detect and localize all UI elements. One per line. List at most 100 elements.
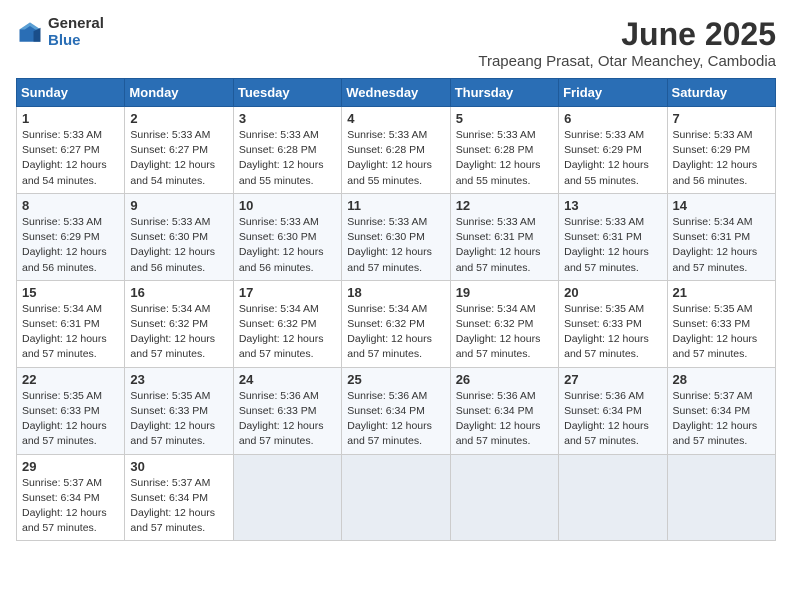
day-info: Sunrise: 5:34 AMSunset: 6:32 PMDaylight:… xyxy=(239,303,324,361)
day-number: 17 xyxy=(239,285,336,300)
day-info: Sunrise: 5:34 AMSunset: 6:31 PMDaylight:… xyxy=(22,303,107,361)
day-number: 20 xyxy=(564,285,661,300)
day-info: Sunrise: 5:37 AMSunset: 6:34 PMDaylight:… xyxy=(22,477,107,535)
table-row xyxy=(559,454,667,541)
table-row: 21Sunrise: 5:35 AMSunset: 6:33 PMDayligh… xyxy=(667,280,775,367)
col-friday: Friday xyxy=(559,79,667,107)
table-row: 8 Sunrise: 5:33 AMSunset: 6:29 PMDaylight… xyxy=(17,193,125,280)
table-row xyxy=(233,454,341,541)
day-info: Sunrise: 5:37 AMSunset: 6:34 PMDaylight:… xyxy=(130,477,215,535)
table-row: 5Sunrise: 5:33 AMSunset: 6:28 PMDaylight… xyxy=(450,107,558,194)
day-number: 12 xyxy=(456,198,553,213)
day-info: Sunrise: 5:36 AMSunset: 6:33 PMDaylight:… xyxy=(239,390,324,448)
day-info: Sunrise: 5:36 AMSunset: 6:34 PMDaylight:… xyxy=(456,390,541,448)
month-title: June 2025 xyxy=(478,16,776,53)
table-row: 27 Sunrise: 5:36 AMSunset: 6:34 PMDayligh… xyxy=(559,367,667,454)
table-row: 15 Sunrise: 5:34 AMSunset: 6:31 PMDayligh… xyxy=(17,280,125,367)
day-number: 30 xyxy=(130,459,227,474)
calendar-week-row: 29 Sunrise: 5:37 AMSunset: 6:34 PMDayligh… xyxy=(17,454,776,541)
day-number: 23 xyxy=(130,372,227,387)
day-number: 14 xyxy=(673,198,770,213)
day-number: 26 xyxy=(456,372,553,387)
day-number: 16 xyxy=(130,285,227,300)
day-info: Sunrise: 5:33 AMSunset: 6:27 PMDaylight:… xyxy=(22,129,107,187)
table-row: 4Sunrise: 5:33 AMSunset: 6:28 PMDaylight… xyxy=(342,107,450,194)
day-number: 2 xyxy=(130,111,227,126)
day-info: Sunrise: 5:34 AMSunset: 6:31 PMDaylight:… xyxy=(673,216,758,274)
col-thursday: Thursday xyxy=(450,79,558,107)
logo-text: General Blue xyxy=(48,16,104,49)
day-number: 3 xyxy=(239,111,336,126)
day-info: Sunrise: 5:34 AMSunset: 6:32 PMDaylight:… xyxy=(347,303,432,361)
table-row: 28 Sunrise: 5:37 AMSunset: 6:34 PMDayligh… xyxy=(667,367,775,454)
day-number: 21 xyxy=(673,285,770,300)
day-info: Sunrise: 5:33 AMSunset: 6:27 PMDaylight:… xyxy=(130,129,215,187)
logo-icon xyxy=(16,19,44,47)
table-row: 18 Sunrise: 5:34 AMSunset: 6:32 PMDayligh… xyxy=(342,280,450,367)
table-row: 7Sunrise: 5:33 AMSunset: 6:29 PMDaylight… xyxy=(667,107,775,194)
table-row: 3 Sunrise: 5:33 AMSunset: 6:28 PMDaylight… xyxy=(233,107,341,194)
col-saturday: Saturday xyxy=(667,79,775,107)
col-wednesday: Wednesday xyxy=(342,79,450,107)
calendar-week-row: 1 Sunrise: 5:33 AMSunset: 6:27 PMDaylight… xyxy=(17,107,776,194)
table-row: 13Sunrise: 5:33 AMSunset: 6:31 PMDayligh… xyxy=(559,193,667,280)
table-row: 14 Sunrise: 5:34 AMSunset: 6:31 PMDayligh… xyxy=(667,193,775,280)
table-row: 19 Sunrise: 5:34 AMSunset: 6:32 PMDayligh… xyxy=(450,280,558,367)
day-number: 4 xyxy=(347,111,444,126)
table-row: 23 Sunrise: 5:35 AMSunset: 6:33 PMDayligh… xyxy=(125,367,233,454)
table-row: 2 Sunrise: 5:33 AMSunset: 6:27 PMDaylight… xyxy=(125,107,233,194)
day-number: 1 xyxy=(22,111,119,126)
day-info: Sunrise: 5:33 AMSunset: 6:29 PMDaylight:… xyxy=(564,129,649,187)
day-info: Sunrise: 5:37 AMSunset: 6:34 PMDaylight:… xyxy=(673,390,758,448)
calendar-table: Sunday Monday Tuesday Wednesday Thursday… xyxy=(16,78,776,541)
day-info: Sunrise: 5:35 AMSunset: 6:33 PMDaylight:… xyxy=(22,390,107,448)
col-sunday: Sunday xyxy=(17,79,125,107)
table-row: 12Sunrise: 5:33 AMSunset: 6:31 PMDayligh… xyxy=(450,193,558,280)
day-info: Sunrise: 5:34 AMSunset: 6:32 PMDaylight:… xyxy=(456,303,541,361)
day-number: 7 xyxy=(673,111,770,126)
table-row: 22 Sunrise: 5:35 AMSunset: 6:33 PMDayligh… xyxy=(17,367,125,454)
day-number: 19 xyxy=(456,285,553,300)
table-row: 20 Sunrise: 5:35 AMSunset: 6:33 PMDayligh… xyxy=(559,280,667,367)
table-row xyxy=(667,454,775,541)
table-row: 10Sunrise: 5:33 AMSunset: 6:30 PMDayligh… xyxy=(233,193,341,280)
calendar-week-row: 22 Sunrise: 5:35 AMSunset: 6:33 PMDayligh… xyxy=(17,367,776,454)
col-monday: Monday xyxy=(125,79,233,107)
day-number: 25 xyxy=(347,372,444,387)
title-area: June 2025 Trapeang Prasat, Otar Meanchey… xyxy=(478,16,776,70)
logo-general: General xyxy=(48,16,104,33)
day-info: Sunrise: 5:34 AMSunset: 6:32 PMDaylight:… xyxy=(130,303,215,361)
table-row: 24 Sunrise: 5:36 AMSunset: 6:33 PMDayligh… xyxy=(233,367,341,454)
day-info: Sunrise: 5:33 AMSunset: 6:30 PMDaylight:… xyxy=(130,216,215,274)
table-row: 29 Sunrise: 5:37 AMSunset: 6:34 PMDayligh… xyxy=(17,454,125,541)
day-number: 11 xyxy=(347,198,444,213)
table-row: 25Sunrise: 5:36 AMSunset: 6:34 PMDayligh… xyxy=(342,367,450,454)
day-info: Sunrise: 5:33 AMSunset: 6:30 PMDaylight:… xyxy=(239,216,324,274)
day-info: Sunrise: 5:36 AMSunset: 6:34 PMDaylight:… xyxy=(564,390,649,448)
calendar-header-row: Sunday Monday Tuesday Wednesday Thursday… xyxy=(17,79,776,107)
day-number: 29 xyxy=(22,459,119,474)
day-info: Sunrise: 5:35 AMSunset: 6:33 PMDaylight:… xyxy=(130,390,215,448)
table-row: 9 Sunrise: 5:33 AMSunset: 6:30 PMDaylight… xyxy=(125,193,233,280)
day-info: Sunrise: 5:33 AMSunset: 6:28 PMDaylight:… xyxy=(239,129,324,187)
header: General Blue June 2025 Trapeang Prasat, … xyxy=(16,16,776,70)
table-row: 16 Sunrise: 5:34 AMSunset: 6:32 PMDayligh… xyxy=(125,280,233,367)
day-number: 22 xyxy=(22,372,119,387)
table-row: 30 Sunrise: 5:37 AMSunset: 6:34 PMDayligh… xyxy=(125,454,233,541)
day-number: 27 xyxy=(564,372,661,387)
day-info: Sunrise: 5:33 AMSunset: 6:28 PMDaylight:… xyxy=(456,129,541,187)
day-info: Sunrise: 5:33 AMSunset: 6:29 PMDaylight:… xyxy=(22,216,107,274)
day-number: 28 xyxy=(673,372,770,387)
col-tuesday: Tuesday xyxy=(233,79,341,107)
day-number: 8 xyxy=(22,198,119,213)
table-row: 17 Sunrise: 5:34 AMSunset: 6:32 PMDayligh… xyxy=(233,280,341,367)
day-number: 9 xyxy=(130,198,227,213)
day-number: 18 xyxy=(347,285,444,300)
day-number: 13 xyxy=(564,198,661,213)
day-info: Sunrise: 5:35 AMSunset: 6:33 PMDaylight:… xyxy=(564,303,649,361)
day-number: 15 xyxy=(22,285,119,300)
table-row: 1 Sunrise: 5:33 AMSunset: 6:27 PMDaylight… xyxy=(17,107,125,194)
day-number: 24 xyxy=(239,372,336,387)
location-title: Trapeang Prasat, Otar Meanchey, Cambodia xyxy=(478,53,776,70)
table-row xyxy=(450,454,558,541)
